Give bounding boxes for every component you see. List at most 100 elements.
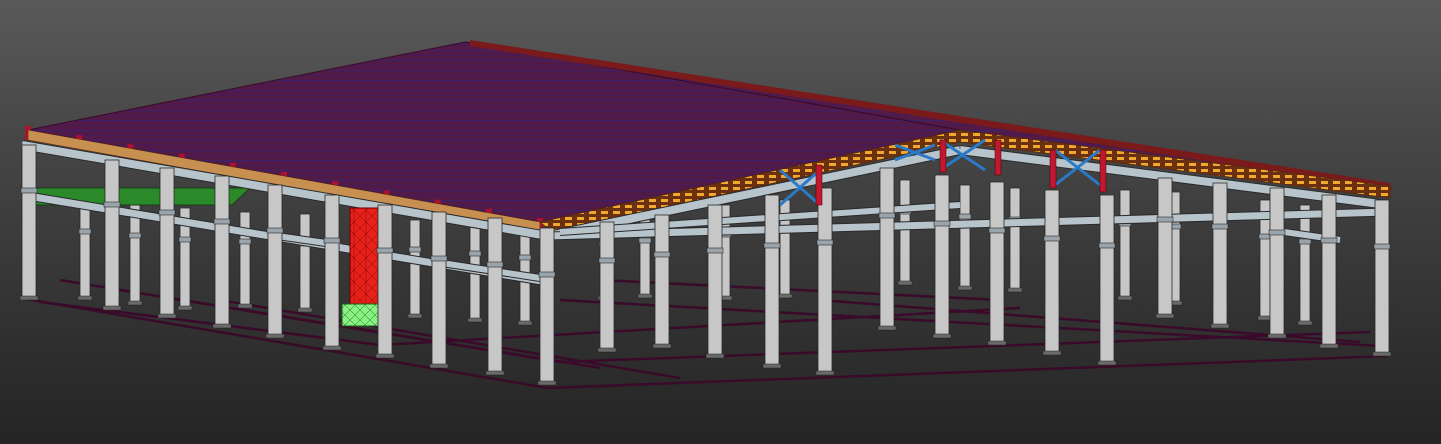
column-shaft — [239, 211, 251, 309]
front-column — [1042, 189, 1062, 356]
column-bracket — [518, 254, 532, 261]
column-shaft — [1157, 177, 1173, 319]
column-bracket — [266, 227, 284, 234]
column-base — [19, 295, 39, 301]
column-base — [322, 345, 342, 351]
column-bracket — [1043, 235, 1061, 242]
front-column — [932, 174, 952, 339]
column-base — [177, 305, 193, 311]
red-post — [1049, 149, 1057, 189]
column-base — [1007, 287, 1023, 293]
front-column — [375, 204, 395, 359]
column-bracket — [653, 251, 671, 258]
red-post — [815, 164, 823, 206]
column-bracket — [706, 247, 724, 254]
column-shaft — [431, 211, 447, 369]
column-shaft — [214, 175, 230, 329]
column-base — [537, 380, 557, 386]
column-bracket — [1298, 238, 1312, 245]
column-shaft — [1044, 189, 1060, 356]
front-column — [537, 227, 557, 386]
column-bracket — [158, 209, 176, 216]
front-column — [705, 204, 725, 359]
foundation-line — [559, 298, 1381, 348]
column-base — [237, 303, 253, 309]
column-base — [102, 305, 122, 311]
column-bracket — [323, 237, 341, 244]
red-post — [994, 139, 1002, 176]
column-base — [1097, 360, 1117, 366]
column-bracket — [988, 227, 1006, 234]
column-base — [1042, 350, 1062, 356]
column-shaft — [539, 227, 555, 386]
column-bracket — [178, 236, 192, 243]
back-column — [237, 211, 253, 309]
front-column — [1319, 194, 1339, 349]
structure-scene[interactable] — [0, 0, 1441, 444]
column-base — [517, 320, 533, 326]
column-shaft — [1321, 194, 1337, 349]
column-shaft — [599, 221, 615, 353]
column-shaft — [1374, 199, 1390, 357]
column-bracket — [238, 238, 252, 245]
column-base — [265, 333, 285, 339]
column-shaft — [817, 187, 833, 376]
highlighted-base-element[interactable] — [341, 303, 383, 327]
column-shaft — [21, 144, 37, 301]
column-shaft — [707, 204, 723, 359]
column-bracket — [1320, 237, 1338, 244]
column-shaft — [267, 184, 283, 339]
column-shaft — [299, 213, 311, 313]
column-base — [1372, 351, 1392, 357]
column-bracket — [1098, 242, 1116, 249]
column-base — [407, 313, 423, 319]
column-base — [637, 293, 653, 299]
column-base — [597, 347, 617, 353]
column-base — [1155, 313, 1175, 319]
back-column — [1007, 187, 1023, 293]
front-column — [1097, 194, 1117, 366]
front-column — [102, 159, 122, 311]
column-base — [1319, 343, 1339, 349]
foundation-line — [559, 330, 1371, 364]
3d-model-viewport[interactable] — [0, 0, 1441, 444]
column-bracket — [78, 228, 92, 235]
column-bracket — [538, 271, 556, 278]
column-shaft — [654, 214, 670, 349]
column-base — [897, 280, 913, 286]
column-bracket — [1373, 243, 1391, 250]
column-base — [815, 370, 835, 376]
column-shaft — [487, 217, 503, 376]
column-bracket — [1156, 216, 1174, 223]
column-base — [485, 370, 505, 376]
column-shaft — [1009, 187, 1021, 293]
column-shaft — [377, 204, 393, 359]
front-column — [265, 184, 285, 339]
column-bracket — [933, 220, 951, 227]
column-shaft — [959, 184, 971, 291]
column-base — [877, 325, 897, 331]
column-shaft — [764, 194, 780, 369]
column-bracket — [128, 232, 142, 239]
column-base — [212, 323, 232, 329]
column-base — [467, 317, 483, 323]
column-base — [429, 363, 449, 369]
column-bracket — [878, 212, 896, 219]
back-column — [957, 184, 973, 291]
column-bracket — [598, 257, 616, 264]
column-base — [157, 313, 177, 319]
column-bracket — [408, 246, 422, 253]
column-shaft — [1212, 182, 1228, 329]
front-column — [19, 144, 39, 301]
back-column — [407, 219, 423, 319]
column-bracket — [20, 187, 38, 194]
front-column — [429, 211, 449, 369]
front-column — [652, 214, 672, 349]
front-column — [212, 175, 232, 329]
column-bracket — [430, 255, 448, 262]
column-bracket — [1268, 229, 1286, 236]
column-shaft — [934, 174, 950, 339]
column-base — [762, 363, 782, 369]
column-base — [127, 300, 143, 306]
column-base — [957, 285, 973, 291]
